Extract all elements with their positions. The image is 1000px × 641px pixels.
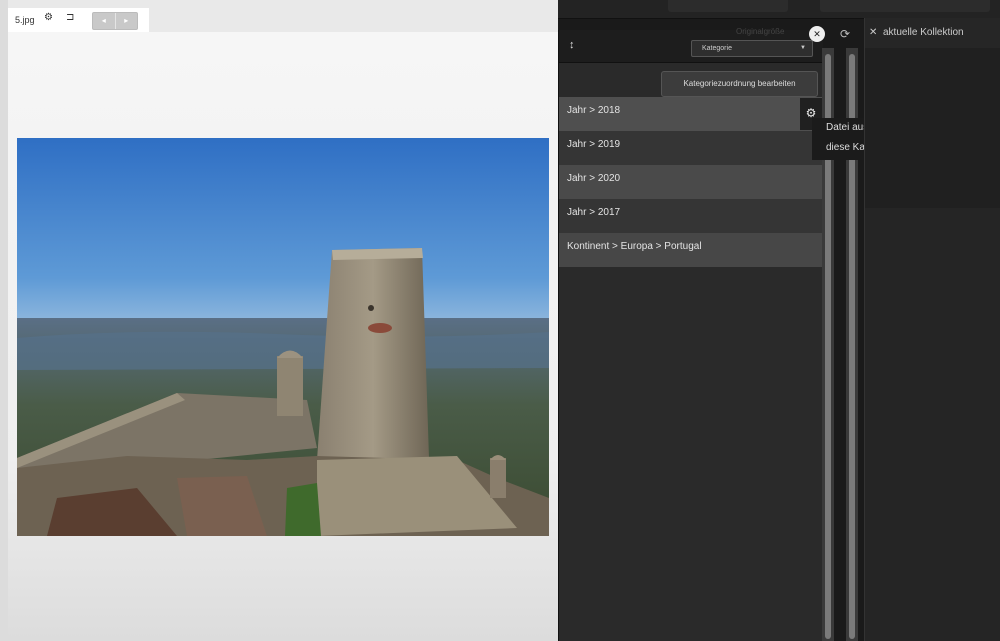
nav-buttons: ◂ ▸ (92, 12, 138, 30)
collection-panel: ✕ aktuelle Kollektion (864, 18, 1000, 641)
edit-category-assignment-button[interactable]: Kategoriezuordnung bearbeiten (661, 71, 818, 97)
prev-button[interactable]: ◂ (93, 13, 115, 29)
file-name: 5.jpg (15, 15, 35, 25)
collection-header: ✕ aktuelle Kollektion (865, 18, 1000, 48)
category-row[interactable]: Jahr > 2017 (559, 199, 823, 233)
category-panel: ↕ Kategorie ▼ Kategoriezuordnung bearbei… (558, 30, 823, 641)
top-bar-segment (820, 0, 990, 12)
category-list: Jahr > 2018 Jahr > 2019 Jahr > 2020 Jahr… (559, 97, 823, 267)
collection-title: aktuelle Kollektion (883, 27, 964, 38)
photo-landscape (17, 138, 549, 536)
category-row[interactable]: Kontinent > Europa > Portugal (559, 233, 823, 267)
next-button[interactable]: ▸ (114, 13, 138, 29)
image-viewer: 5.jpg ⚙ ⊐ ◂ ▸ (0, 0, 558, 641)
chevron-down-icon: ▼ (800, 45, 806, 51)
category-row[interactable]: Jahr > 2019 (559, 131, 823, 165)
close-panel-button[interactable]: ✕ (809, 26, 825, 42)
category-row[interactable]: Jahr > 2020 (559, 165, 823, 199)
refresh-icon[interactable]: ⟳ (840, 27, 850, 41)
viewer-edge (0, 0, 8, 641)
photo (17, 138, 549, 536)
close-icon[interactable]: ✕ (869, 27, 877, 38)
size-label: Originalgröße (736, 27, 785, 36)
sort-icon[interactable]: ↕ (569, 39, 575, 51)
fit-icon[interactable]: ⊐ (66, 12, 74, 23)
category-filter-value: Kategorie (702, 45, 732, 52)
category-row[interactable]: Jahr > 2018 (559, 97, 823, 131)
collection-body (865, 208, 1000, 641)
gear-icon[interactable]: ⚙ (44, 12, 53, 23)
top-bar-segment (668, 0, 788, 12)
category-filter-select[interactable]: Kategorie ▼ (691, 40, 813, 57)
